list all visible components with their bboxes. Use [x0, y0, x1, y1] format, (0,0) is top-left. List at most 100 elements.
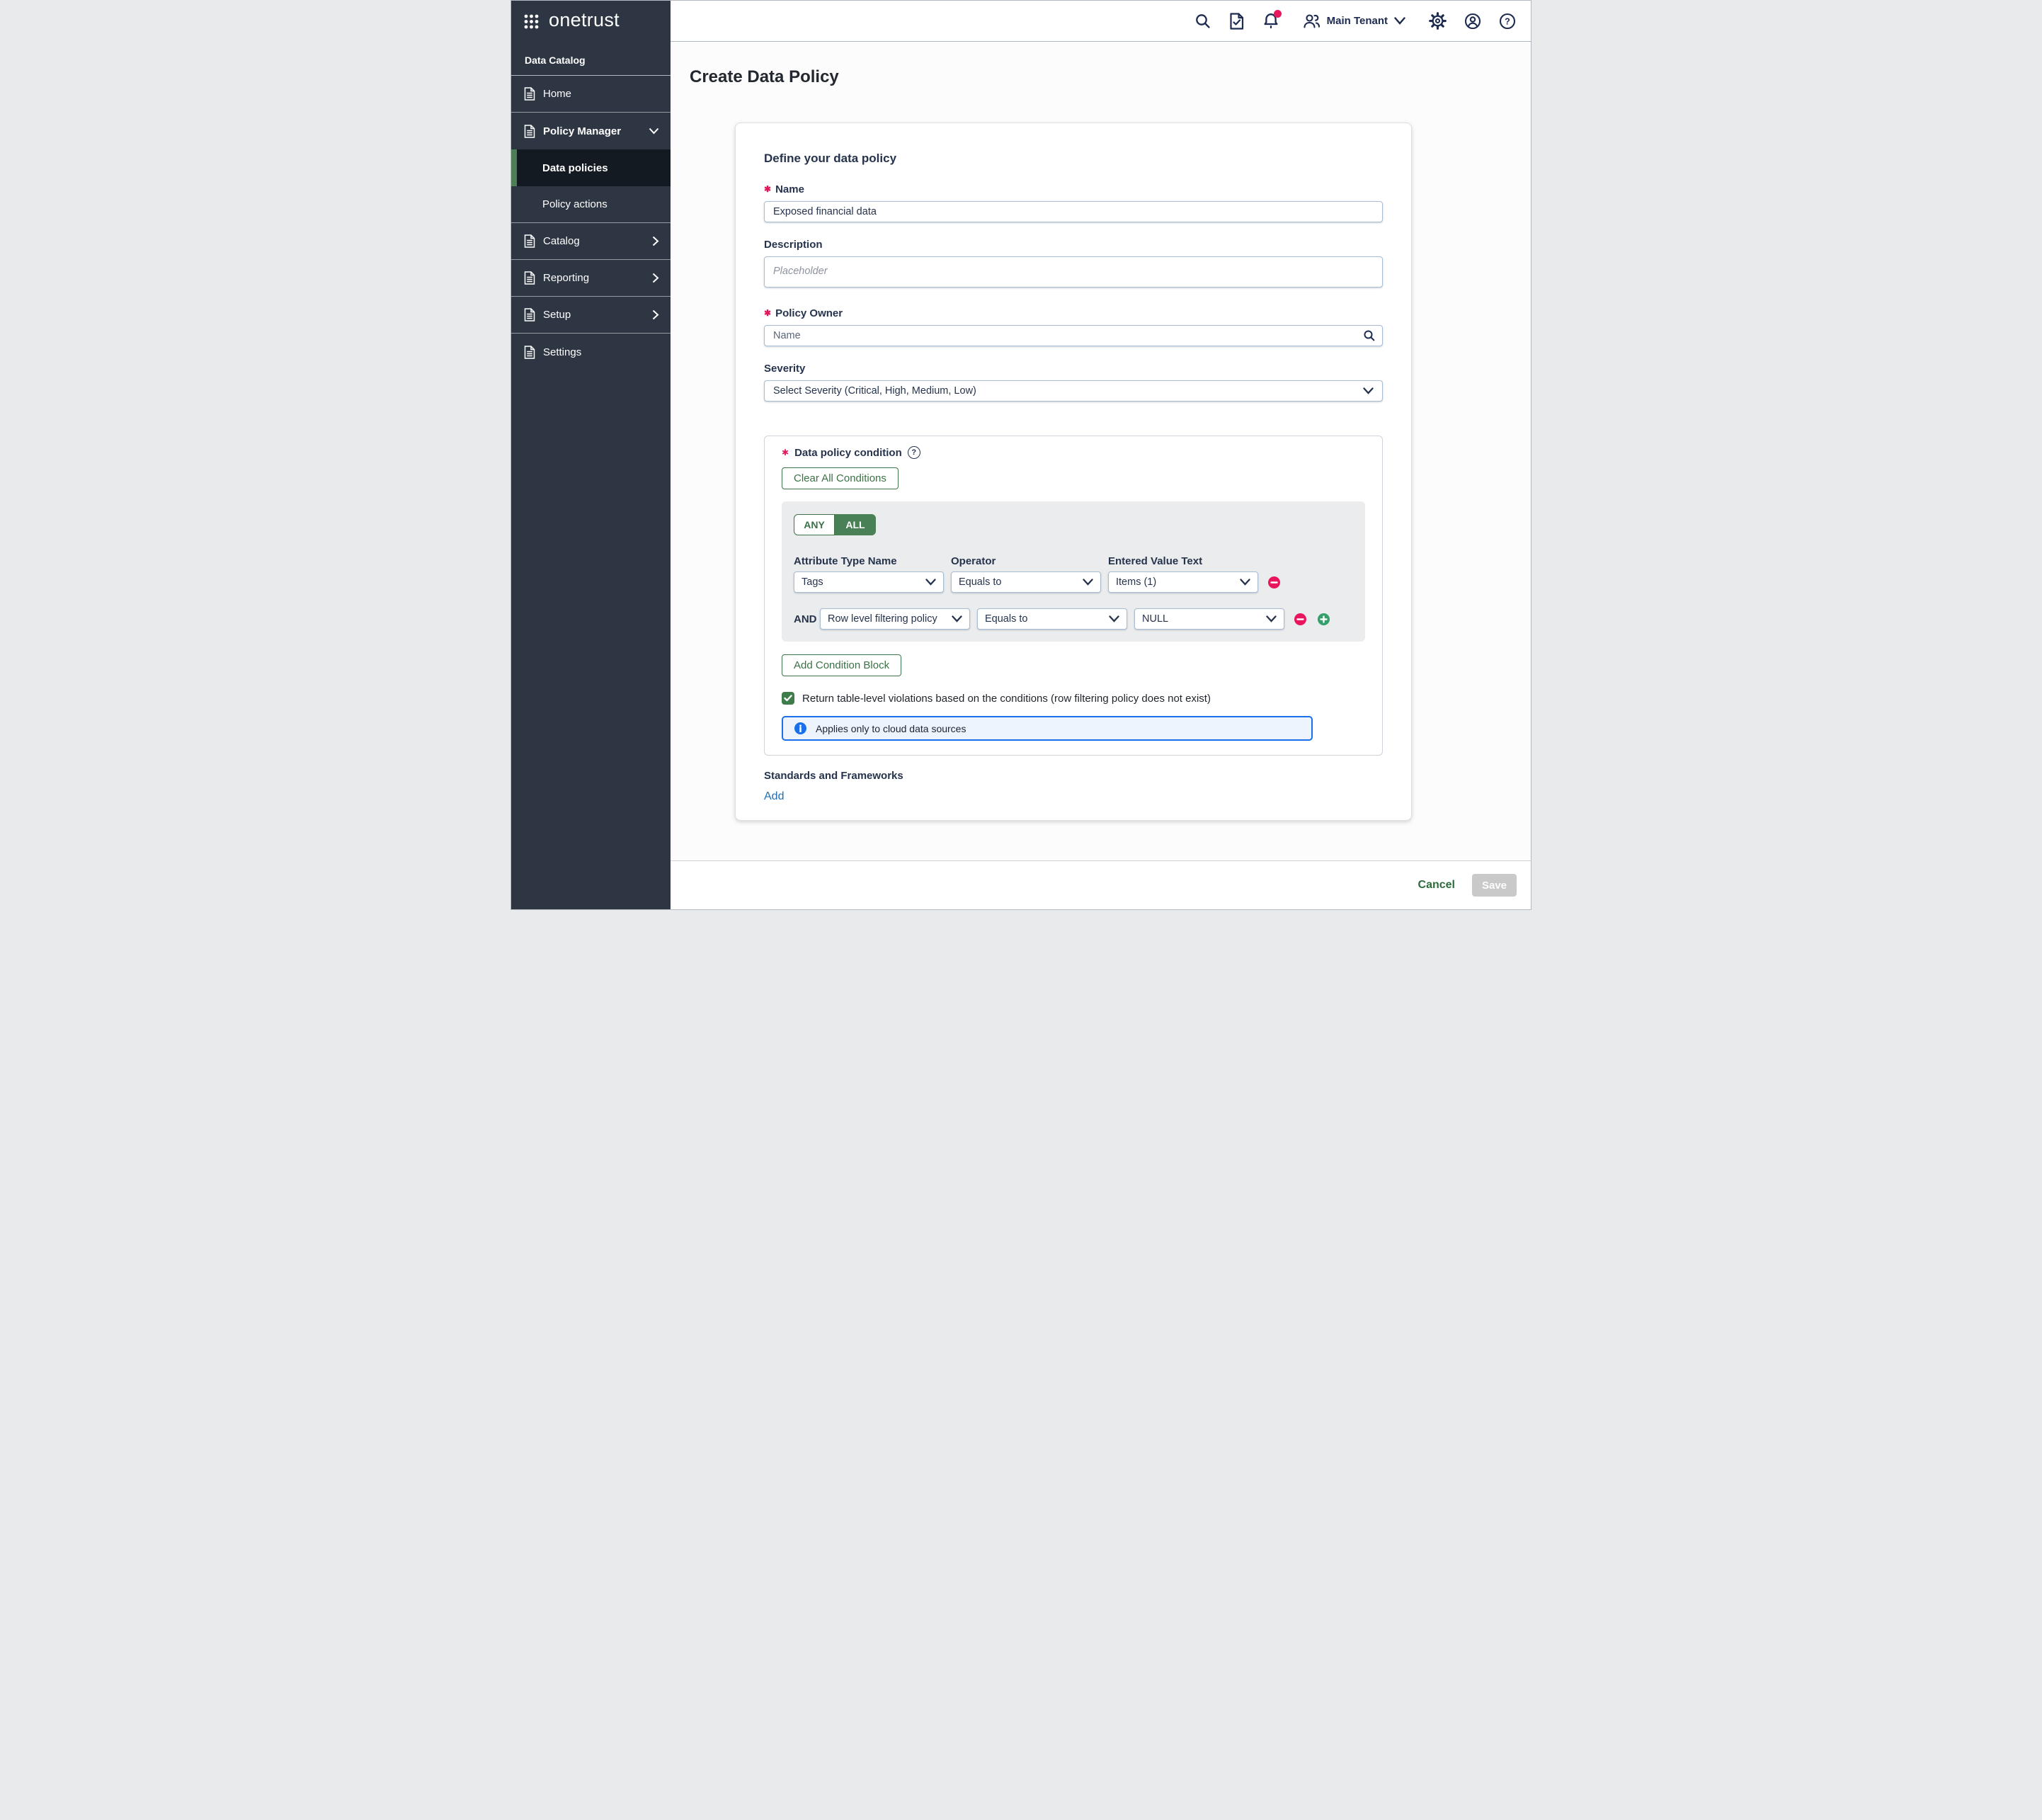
severity-select[interactable]: Select Severity (Critical, High, Medium,… [764, 380, 1383, 402]
sidebar-item-reporting[interactable]: Reporting [511, 260, 671, 297]
sidebar-item-home[interactable]: Home [511, 76, 671, 113]
sidebar-item-label: Setup [543, 309, 644, 321]
app-window: onetrust Data Catalog Home Policy Manage… [510, 0, 1532, 910]
topbar: Main Tenant ? [671, 1, 1531, 42]
settings-button[interactable] [1429, 12, 1447, 30]
logo-text: onetrust [549, 11, 620, 32]
tasks-button[interactable] [1229, 13, 1245, 30]
logo[interactable]: onetrust [511, 1, 671, 42]
info-text: Applies only to cloud data sources [816, 723, 966, 734]
content-area: Main Tenant ? Create Data Policy Define … [671, 1, 1531, 909]
toggle-any[interactable]: ANY [794, 514, 835, 535]
remove-condition-icon[interactable] [1268, 576, 1280, 588]
page-title: Create Data Policy [690, 67, 1531, 87]
any-all-toggle: ANY ALL [794, 514, 876, 535]
policy-form-card: Define your data policy ✱ Name Descripti… [735, 123, 1412, 821]
value-select[interactable]: Items (1) [1108, 571, 1258, 593]
search-icon[interactable] [1363, 329, 1376, 342]
severity-label: Severity [764, 362, 1383, 375]
standards-add-link[interactable]: Add [764, 790, 784, 803]
add-condition-icon[interactable] [1318, 613, 1330, 625]
name-input[interactable] [764, 201, 1383, 222]
policy-owner-input[interactable] [764, 325, 1383, 346]
condition-row: AND Row level filtering policy Equals to… [794, 608, 1353, 630]
document-icon [524, 87, 535, 101]
document-icon [524, 125, 535, 138]
chevron-down-icon [1394, 17, 1405, 25]
clear-all-conditions-button[interactable]: Clear All Conditions [782, 467, 899, 489]
required-asterisk: ✱ [782, 448, 789, 457]
sidebar-item-setup[interactable]: Setup [511, 297, 671, 334]
cancel-button[interactable]: Cancel [1418, 879, 1455, 892]
sidebar-item-label: Home [543, 88, 659, 100]
chevron-right-icon [652, 273, 659, 283]
sidebar-item-settings[interactable]: Settings [511, 334, 671, 370]
policy-owner-field [764, 325, 1383, 346]
tenant-selector[interactable]: Main Tenant [1303, 13, 1405, 29]
condition-row: Tags Equals to Items (1) [794, 571, 1353, 593]
attribute-value: Tags [802, 576, 823, 588]
entered-value: NULL [1142, 613, 1168, 625]
chevron-right-icon [652, 309, 659, 320]
document-icon [524, 346, 535, 359]
conjunction-label: AND [794, 613, 813, 625]
sidebar-item-label: Policy Manager [543, 125, 641, 137]
condition-label-row: ✱ Data policy condition ? [782, 446, 1365, 459]
attribute-select[interactable]: Row level filtering policy [820, 608, 970, 630]
help-button[interactable]: ? [1499, 13, 1516, 30]
chevron-down-icon [952, 615, 962, 622]
save-button[interactable]: Save [1472, 874, 1517, 897]
condition-help-icon[interactable]: ? [908, 446, 920, 459]
gear-icon [1429, 12, 1447, 30]
operator-select[interactable]: Equals to [951, 571, 1101, 593]
sidebar-item-label: Settings [543, 346, 659, 358]
entered-value: Items (1) [1116, 576, 1156, 588]
notification-badge [1274, 10, 1282, 18]
condition-column-headers: Attribute Type Name Operator Entered Val… [794, 555, 1353, 567]
attribute-select[interactable]: Tags [794, 571, 944, 593]
sidebar-item-catalog[interactable]: Catalog [511, 223, 671, 260]
chevron-down-icon [925, 579, 936, 586]
condition-panel: ANY ALL Attribute Type Name Operator Ent… [782, 501, 1365, 642]
condition-label: Data policy condition [794, 447, 902, 459]
sidebar-item-data-policies[interactable]: Data policies [511, 149, 671, 186]
policy-owner-label: ✱ Policy Owner [764, 307, 1383, 319]
standards-label: Standards and Frameworks [764, 770, 1383, 782]
remove-condition-icon[interactable] [1294, 613, 1306, 625]
value-select[interactable]: NULL [1134, 608, 1284, 630]
sidebar-item-label: Policy actions [542, 198, 608, 210]
attribute-value: Row level filtering policy [828, 613, 937, 625]
column-value: Entered Value Text [1108, 555, 1258, 567]
sidebar-item-policy-manager[interactable]: Policy Manager [511, 113, 671, 149]
condition-section: ✱ Data policy condition ? Clear All Cond… [764, 436, 1383, 756]
account-button[interactable] [1464, 13, 1481, 30]
sidebar-item-label: Data policies [542, 162, 608, 174]
add-condition-block-button[interactable]: Add Condition Block [782, 654, 901, 676]
users-icon [1303, 13, 1321, 29]
section-title: Define your data policy [764, 152, 1383, 166]
sidebar: onetrust Data Catalog Home Policy Manage… [511, 1, 671, 909]
required-asterisk: ✱ [764, 309, 771, 317]
required-asterisk: ✱ [764, 185, 771, 193]
info-banner: Applies only to cloud data sources [782, 716, 1313, 741]
operator-value: Equals to [985, 613, 1027, 625]
name-label: ✱ Name [764, 183, 1383, 195]
checkbox-label: Return table-level violations based on t… [802, 693, 1211, 705]
document-check-icon [1229, 13, 1245, 30]
chevron-down-icon [1363, 387, 1374, 394]
toggle-all[interactable]: ALL [835, 514, 876, 535]
table-level-violations-checkbox[interactable] [782, 692, 794, 705]
document-icon [524, 271, 535, 285]
operator-select[interactable]: Equals to [977, 608, 1127, 630]
chevron-down-icon [1083, 579, 1093, 586]
grid-dots-icon [523, 13, 540, 30]
account-icon [1464, 13, 1481, 30]
tenant-label: Main Tenant [1327, 15, 1388, 27]
description-input[interactable] [764, 256, 1383, 288]
sidebar-item-policy-actions[interactable]: Policy actions [511, 186, 671, 223]
chevron-down-icon [1109, 615, 1119, 622]
chevron-right-icon [652, 236, 659, 246]
document-icon [524, 308, 535, 322]
notifications-button[interactable] [1262, 12, 1279, 30]
search-button[interactable] [1194, 13, 1211, 30]
